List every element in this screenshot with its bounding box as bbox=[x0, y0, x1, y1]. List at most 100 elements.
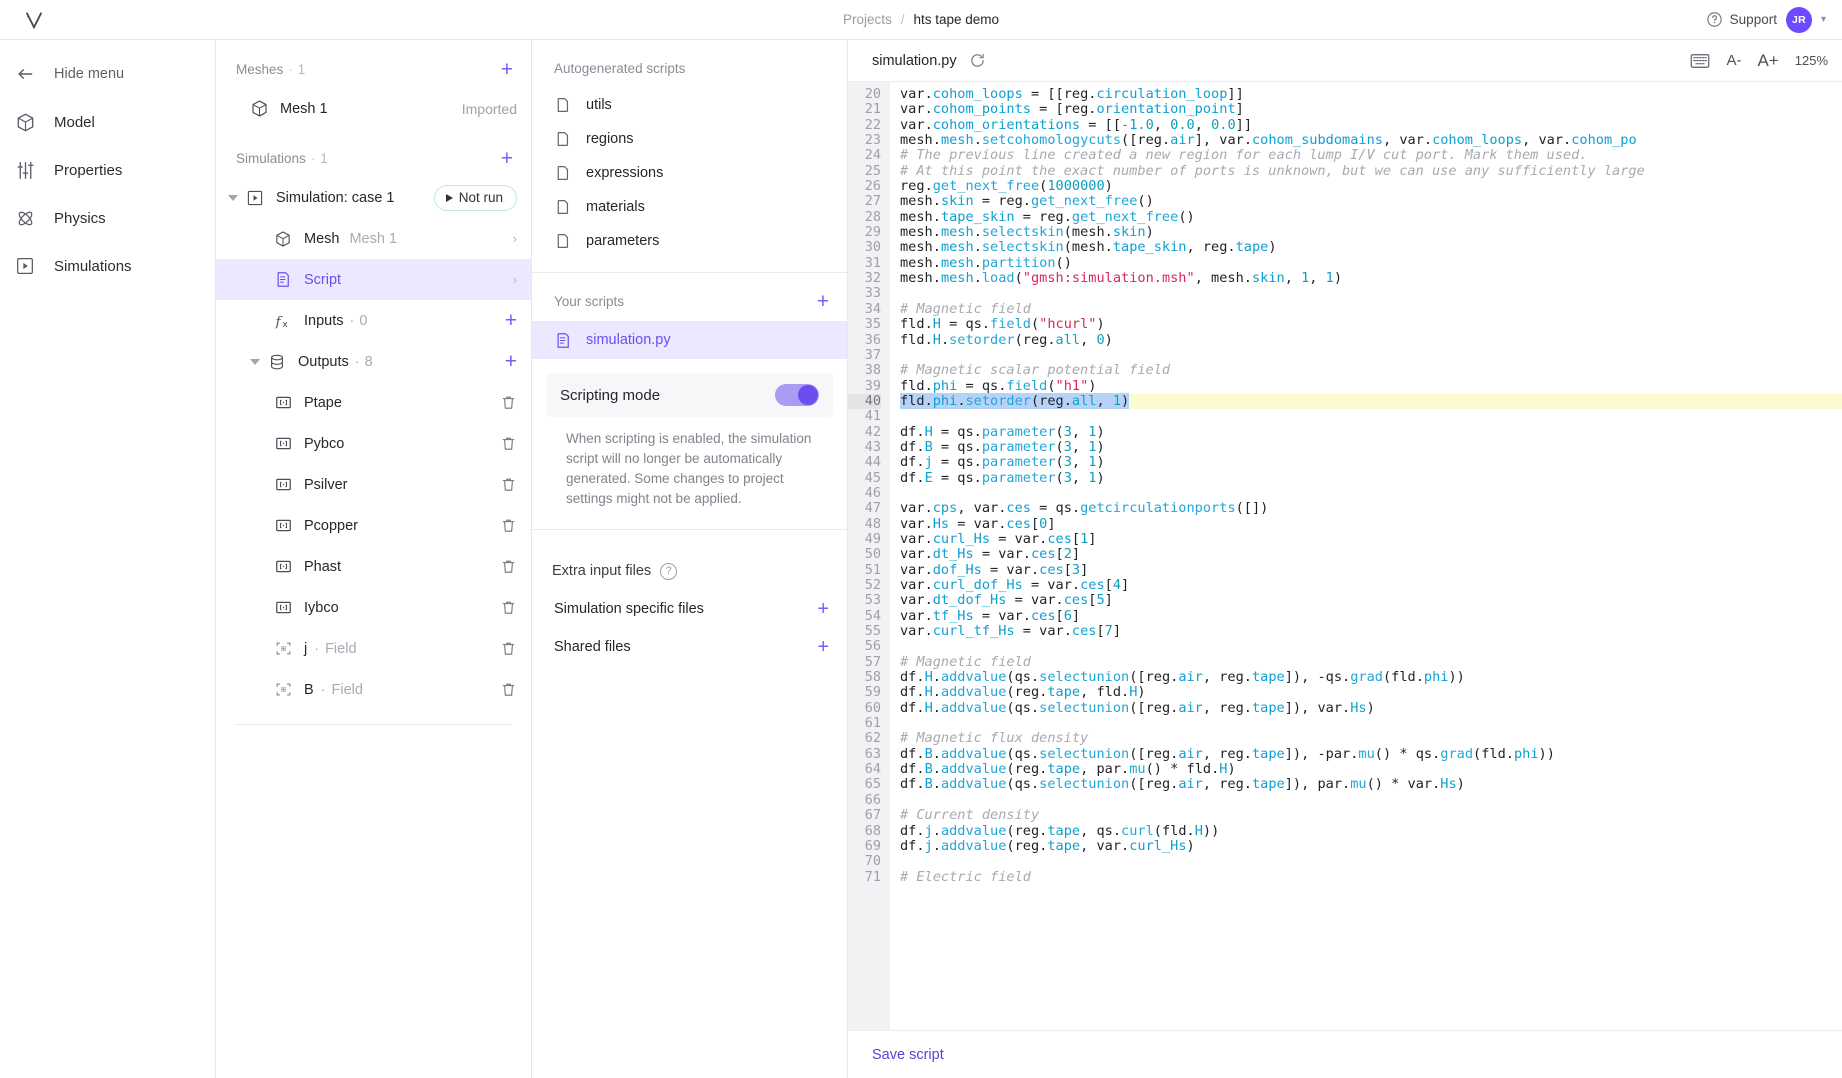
add-shared-file-button[interactable]: + bbox=[817, 637, 829, 657]
font-increase-button[interactable]: A+ bbox=[1757, 51, 1778, 71]
tree-row-output[interactable]: Pcopper bbox=[216, 505, 531, 546]
add-simulation-button[interactable]: + bbox=[501, 148, 513, 169]
delete-field-button[interactable] bbox=[500, 640, 517, 657]
delete-output-button[interactable] bbox=[500, 517, 517, 534]
code-line[interactable]: # Magnetic field bbox=[900, 301, 1842, 317]
font-decrease-button[interactable]: A- bbox=[1726, 52, 1741, 69]
save-script-button[interactable]: Save script bbox=[872, 1047, 944, 1063]
add-simulation-file-button[interactable]: + bbox=[817, 599, 829, 619]
code-line[interactable]: var.dt_dof_Hs = var.ces[5] bbox=[900, 593, 1842, 608]
code-line[interactable]: df.H = qs.parameter(3, 1) bbox=[900, 424, 1842, 440]
code-line[interactable]: mesh.tape_skin = reg.get_next_free() bbox=[900, 209, 1842, 225]
code-line[interactable]: # Electric field bbox=[900, 869, 1842, 885]
code-line[interactable]: var.dt_Hs = var.ces[2] bbox=[900, 547, 1842, 562]
delete-output-button[interactable] bbox=[500, 394, 517, 411]
add-output-button[interactable]: + bbox=[505, 351, 517, 372]
chevron-right-icon[interactable]: › bbox=[513, 272, 517, 287]
sidebar-item-physics[interactable]: Physics bbox=[0, 194, 215, 242]
breadcrumb-projects[interactable]: Projects bbox=[843, 12, 892, 27]
chevron-right-icon[interactable]: › bbox=[513, 231, 517, 246]
hide-menu-button[interactable]: Hide menu bbox=[0, 50, 215, 98]
code-line[interactable]: var.tf_Hs = var.ces[6] bbox=[900, 608, 1842, 624]
code-line[interactable] bbox=[900, 486, 1842, 501]
code-line[interactable]: var.cps, var.ces = qs.getcirculationport… bbox=[900, 501, 1842, 516]
code-line[interactable]: # Magnetic flux density bbox=[900, 731, 1842, 746]
code-line[interactable]: mesh.mesh.selectskin(mesh.skin) bbox=[900, 224, 1842, 240]
delete-output-button[interactable] bbox=[500, 435, 517, 452]
tree-row-mesh[interactable]: Mesh Mesh 1 › bbox=[216, 218, 531, 259]
code-line[interactable]: var.cohom_points = [reg.orientation_poin… bbox=[900, 102, 1842, 117]
code-line[interactable]: df.H.addvalue(reg.tape, fld.H) bbox=[900, 685, 1842, 700]
code-line[interactable]: df.B.addvalue(qs.selectunion([reg.air, r… bbox=[900, 746, 1842, 762]
code-line[interactable]: # Current density bbox=[900, 807, 1842, 823]
script-item-materials[interactable]: materials bbox=[532, 190, 847, 224]
code-line[interactable] bbox=[900, 348, 1842, 363]
code-line[interactable]: mesh.mesh.selectskin(mesh.tape_skin, reg… bbox=[900, 240, 1842, 255]
code-line[interactable]: df.j.addvalue(reg.tape, qs.curl(fld.H)) bbox=[900, 823, 1842, 839]
code-line[interactable] bbox=[900, 716, 1842, 731]
code-line[interactable]: mesh.mesh.setcohomologycuts([reg.air], v… bbox=[900, 132, 1842, 148]
tree-row-mesh1[interactable]: Mesh 1 Imported bbox=[216, 88, 531, 129]
scripting-mode-toggle[interactable] bbox=[775, 384, 819, 406]
code-line[interactable]: reg.get_next_free(1000000) bbox=[900, 178, 1842, 194]
code-line[interactable] bbox=[900, 286, 1842, 301]
tree-row-output[interactable]: Ptape bbox=[216, 382, 531, 423]
code-line[interactable]: df.H.addvalue(qs.selectunion([reg.air, r… bbox=[900, 669, 1842, 685]
tree-row-field[interactable]: j · Field bbox=[216, 628, 531, 669]
delete-output-button[interactable] bbox=[500, 476, 517, 493]
code-line[interactable]: var.curl_dof_Hs = var.ces[4] bbox=[900, 577, 1842, 593]
file-group-shared[interactable]: Shared files + bbox=[532, 628, 847, 666]
sidebar-item-model[interactable]: Model bbox=[0, 98, 215, 146]
tree-row-output[interactable]: Iybco bbox=[216, 587, 531, 628]
sidebar-item-properties[interactable]: Properties bbox=[0, 146, 215, 194]
code-line[interactable]: df.B = qs.parameter(3, 1) bbox=[900, 439, 1842, 455]
code-line[interactable]: mesh.skin = reg.get_next_free() bbox=[900, 194, 1842, 209]
tree-row-field[interactable]: B · Field bbox=[216, 669, 531, 710]
delete-output-button[interactable] bbox=[500, 558, 517, 575]
script-item-utils[interactable]: utils bbox=[532, 88, 847, 122]
code-line[interactable]: df.j.addvalue(reg.tape, var.curl_Hs) bbox=[900, 838, 1842, 854]
code-line[interactable] bbox=[900, 793, 1842, 808]
code-line[interactable] bbox=[900, 639, 1842, 654]
add-script-button[interactable]: + bbox=[817, 291, 829, 312]
code-line[interactable]: df.B.addvalue(reg.tape, par.mu() * fld.H… bbox=[900, 761, 1842, 777]
tree-row-simulation[interactable]: Simulation: case 1 Not run bbox=[216, 177, 531, 218]
code-line[interactable]: var.curl_Hs = var.ces[1] bbox=[900, 531, 1842, 547]
tree-row-output[interactable]: Phast bbox=[216, 546, 531, 587]
caret-down-icon[interactable] bbox=[250, 358, 260, 365]
code-line[interactable]: mesh.mesh.partition() bbox=[900, 255, 1842, 271]
code-line[interactable] bbox=[900, 854, 1842, 869]
script-item-regions[interactable]: regions bbox=[532, 122, 847, 156]
tree-row-output[interactable]: Pybco bbox=[216, 423, 531, 464]
question-mark-icon[interactable]: ? bbox=[660, 562, 678, 580]
code-line[interactable]: fld.H.setorder(reg.all, 0) bbox=[900, 332, 1842, 348]
code-area[interactable]: 20 21 22 23 24 25 26 27 28 29 30 31 32 33 34 35 36 37 38 39… bbox=[848, 82, 1842, 1030]
add-mesh-button[interactable]: + bbox=[501, 59, 513, 80]
caret-down-icon[interactable] bbox=[228, 194, 238, 201]
code-line[interactable]: var.cohom_orientations = [[-1.0, 0.0, 0.… bbox=[900, 117, 1842, 133]
script-item-parameters[interactable]: parameters bbox=[532, 224, 847, 258]
refresh-icon[interactable] bbox=[969, 52, 986, 69]
script-item-expressions[interactable]: expressions bbox=[532, 156, 847, 190]
code-line[interactable]: var.dof_Hs = var.ces[3] bbox=[900, 562, 1842, 578]
code-line[interactable]: mesh.mesh.load("gmsh:simulation.msh", me… bbox=[900, 270, 1842, 286]
code-line[interactable] bbox=[900, 409, 1842, 424]
code-line[interactable]: var.cohom_loops = [[reg.circulation_loop… bbox=[900, 86, 1842, 102]
code-content[interactable]: var.cohom_loops = [[reg.circulation_loop… bbox=[890, 82, 1842, 1030]
code-line[interactable]: df.j = qs.parameter(3, 1) bbox=[900, 455, 1842, 470]
sidebar-item-simulations[interactable]: Simulations bbox=[0, 242, 215, 290]
code-line[interactable]: fld.phi = qs.field("h1") bbox=[900, 378, 1842, 394]
script-item-simulation-py[interactable]: simulation.py bbox=[532, 321, 847, 359]
code-line[interactable]: var.curl_tf_Hs = var.ces[7] bbox=[900, 623, 1842, 639]
delete-output-button[interactable] bbox=[500, 599, 517, 616]
code-line[interactable]: # At this point the exact number of port… bbox=[900, 163, 1842, 179]
tree-row-inputs[interactable]: f x Inputs · 0 + bbox=[216, 300, 531, 341]
run-status-badge[interactable]: Not run bbox=[433, 184, 517, 211]
code-line[interactable]: fld.phi.setorder(reg.all, 1) bbox=[900, 392, 1842, 410]
keyboard-icon[interactable] bbox=[1690, 53, 1710, 69]
code-line[interactable]: # Magnetic field bbox=[900, 654, 1842, 670]
breadcrumb-current[interactable]: hts tape demo bbox=[913, 12, 999, 27]
add-input-button[interactable]: + bbox=[505, 310, 517, 331]
code-line[interactable]: # The previous line created a new region… bbox=[900, 148, 1842, 163]
code-line[interactable]: df.B.addvalue(qs.selectunion([reg.air, r… bbox=[900, 777, 1842, 792]
